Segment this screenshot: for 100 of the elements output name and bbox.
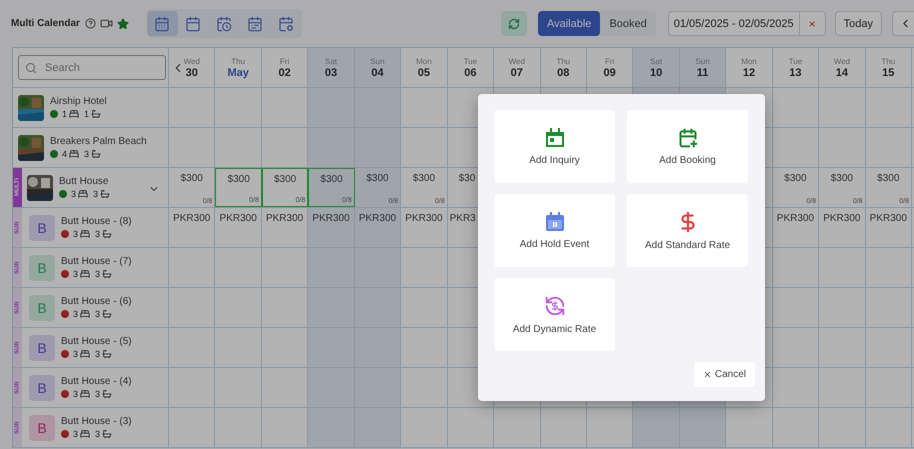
bed-icon — [78, 189, 88, 199]
day-cell[interactable] — [308, 88, 355, 127]
rate-price: $300 — [320, 174, 343, 185]
day-cell[interactable] — [308, 408, 355, 447]
day-cell[interactable] — [308, 328, 355, 367]
previous-button[interactable] — [892, 11, 914, 36]
action-tile[interactable]: Add Booking — [627, 110, 748, 183]
rate-cell[interactable]: PKR300 — [354, 208, 402, 247]
avatar: B — [29, 334, 55, 360]
day-cell[interactable] — [772, 328, 820, 367]
day-cell[interactable] — [354, 368, 402, 407]
property-name: Butt House — [59, 176, 110, 187]
day-cell[interactable] — [308, 248, 355, 287]
filter-toggle[interactable]: Available — [538, 11, 600, 36]
property-name: Butt House - (7) — [61, 256, 132, 267]
day-cell[interactable] — [354, 248, 402, 287]
calendar-grid-icon — [154, 16, 170, 32]
day-cell[interactable] — [354, 328, 402, 367]
day-cell[interactable] — [866, 408, 912, 447]
filter-toggle[interactable]: Booked — [600, 11, 656, 36]
action-tile[interactable]: Add Hold Event — [494, 194, 615, 267]
day-cell[interactable] — [680, 408, 726, 447]
day-cell[interactable] — [866, 248, 912, 287]
day-cell[interactable] — [448, 408, 494, 447]
date-header: Sat 10 — [633, 48, 680, 87]
day-cell[interactable] — [772, 288, 820, 327]
refresh-button[interactable] — [500, 11, 527, 36]
day-cell[interactable] — [308, 288, 355, 327]
today-button[interactable]: Today — [834, 11, 882, 36]
bath-count: 3 — [84, 149, 90, 159]
calendar-view-button[interactable] — [146, 11, 178, 36]
star-icon[interactable] — [116, 18, 129, 30]
refresh-icon — [508, 18, 520, 30]
rate-price: $300 — [412, 173, 436, 184]
bed-icon — [80, 429, 90, 439]
date-header: Thu 08 — [540, 48, 587, 87]
calendar-icon — [544, 128, 564, 148]
bath-icon — [91, 149, 102, 159]
day-cell[interactable] — [540, 408, 587, 447]
rate-cell[interactable]: PKR300 — [308, 208, 355, 247]
day-cell[interactable] — [354, 288, 402, 327]
day-cell[interactable] — [308, 128, 355, 167]
day-cell[interactable] — [354, 88, 402, 127]
search-field[interactable]: Search — [18, 55, 166, 80]
date-header: Tue 06 — [448, 48, 494, 87]
calendar-clock-icon — [216, 16, 232, 32]
day-cell[interactable] — [772, 368, 820, 407]
rate-price: PKR300 — [173, 213, 210, 224]
calendar-lines-icon — [247, 16, 264, 32]
rate-price: $300 — [228, 174, 250, 185]
day-cell[interactable] — [308, 368, 355, 407]
bed-icon — [80, 229, 90, 239]
day-cell[interactable] — [772, 248, 820, 287]
calendar-icon — [185, 16, 202, 32]
date-range-field[interactable]: 01/05/2025 - 02/05/2025 × — [668, 11, 826, 36]
cancel-button[interactable]: Cancel — [694, 362, 755, 387]
rate-price: $30 — [458, 173, 476, 184]
avatar: B — [29, 294, 55, 320]
rate-cell[interactable]: PKR300 — [866, 208, 912, 247]
day-cell[interactable] — [633, 408, 680, 447]
day-cell[interactable] — [772, 88, 820, 127]
day-cell[interactable] — [866, 328, 912, 367]
rate-price: PKR300 — [266, 213, 304, 224]
rate-price: $300 — [180, 173, 203, 184]
bath-count: 3 — [95, 229, 100, 239]
day-cell[interactable] — [866, 128, 912, 167]
bed-count: 3 — [73, 269, 78, 279]
bath-icon — [102, 389, 112, 399]
action-tile[interactable]: Add Inquiry — [494, 110, 615, 183]
day-cell[interactable] — [354, 408, 402, 447]
action-tile[interactable]: Add Standard Rate — [627, 194, 748, 267]
rate-price: PKR300 — [870, 213, 907, 224]
bed-count: 3 — [73, 229, 78, 239]
day-cell[interactable] — [354, 128, 402, 167]
rate-cell[interactable]: PKR300 — [772, 208, 820, 247]
date-header: Sat 03 — [308, 48, 355, 87]
day-cell[interactable] — [866, 88, 912, 127]
bath-icon — [100, 189, 110, 199]
bath-icon — [102, 429, 112, 439]
date-header: Sun 04 — [354, 48, 402, 87]
help-icon[interactable] — [84, 18, 96, 29]
day-cell[interactable] — [772, 128, 820, 167]
bath-count: 3 — [95, 389, 100, 399]
rate-price: $300 — [877, 173, 900, 184]
date-header: Sun 11 — [680, 48, 726, 87]
close-icon — [702, 370, 712, 379]
bed-count: 3 — [71, 189, 76, 199]
bath-icon — [102, 349, 112, 359]
day-cell[interactable] — [772, 408, 820, 447]
day-cell[interactable] — [866, 288, 912, 327]
bath-count: 3 — [93, 189, 98, 199]
property-name: Butt House - (5) — [61, 336, 132, 347]
video-icon[interactable] — [100, 17, 113, 30]
search-icon — [25, 62, 37, 74]
action-tile[interactable]: Add Dynamic Rate — [494, 278, 615, 351]
day-cell[interactable] — [866, 368, 912, 407]
clear-button[interactable]: × — [800, 12, 825, 35]
bed-count: 3 — [73, 349, 78, 359]
bed-icon — [80, 309, 90, 319]
bath-count: 3 — [95, 429, 100, 439]
